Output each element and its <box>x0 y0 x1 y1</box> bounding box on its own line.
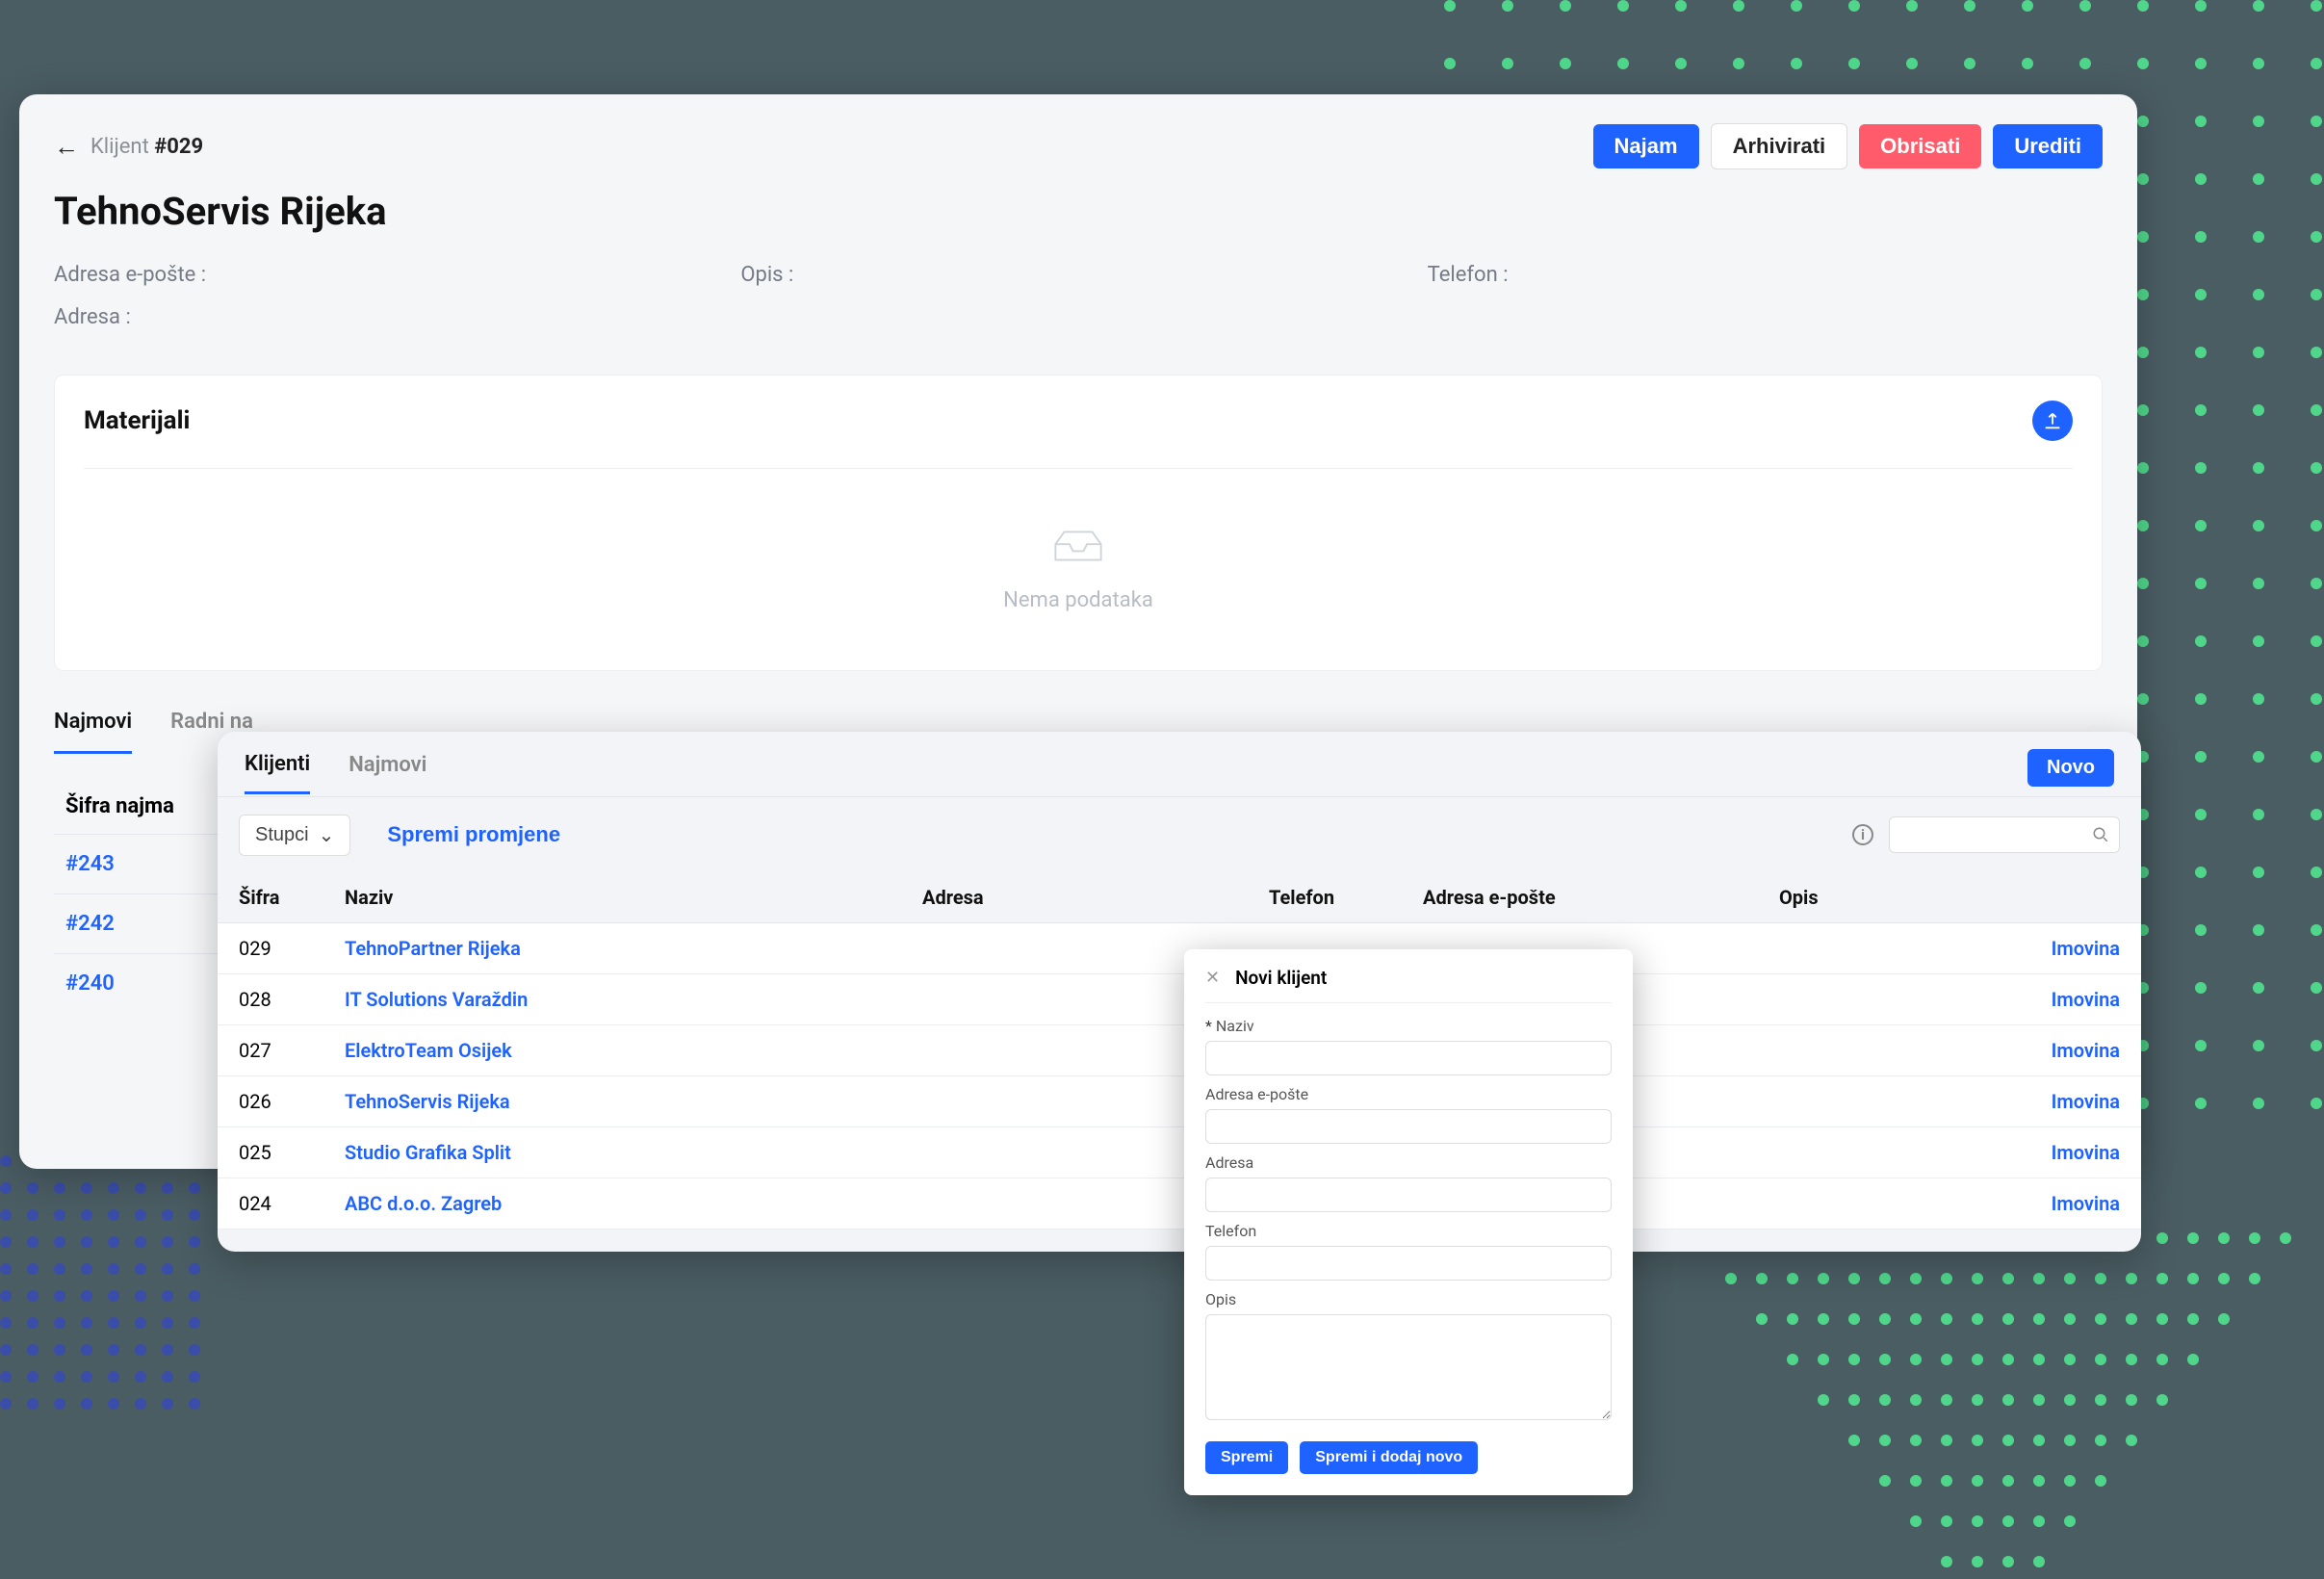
field-opis-label: Opis : <box>740 263 1415 294</box>
search-input[interactable] <box>1889 816 2120 853</box>
cell-sifra: 029 <box>218 923 323 974</box>
imovina-link[interactable]: Imovina <box>1873 1178 2141 1230</box>
table-row: 028IT Solutions Varaždin Imovina <box>218 974 2141 1025</box>
input-telefon[interactable] <box>1205 1246 1612 1281</box>
col-email[interactable]: Adresa e-pošte <box>1402 872 1758 923</box>
input-email[interactable] <box>1205 1109 1612 1144</box>
imovina-link[interactable]: Imovina <box>1873 1127 2141 1178</box>
cell-opis <box>1758 1076 1873 1127</box>
cell-opis <box>1758 1127 1873 1178</box>
upload-icon <box>2042 410 2063 431</box>
cell-sifra: 026 <box>218 1076 323 1127</box>
cell-sifra: 024 <box>218 1178 323 1230</box>
cell-sifra: 028 <box>218 974 323 1025</box>
imovina-link[interactable]: Imovina <box>1873 1076 2141 1127</box>
clients-table: Šifra Naziv Adresa Telefon Adresa e-pošt… <box>218 872 2141 1230</box>
cell-opis <box>1758 923 1873 974</box>
table-row: 024ABC d.o.o. Zagreb Imovina <box>218 1178 2141 1230</box>
spremi-dodaj-button[interactable]: Spremi i dodaj novo <box>1300 1441 1478 1474</box>
cell-naziv[interactable]: ABC d.o.o. Zagreb <box>323 1178 901 1230</box>
label-naziv: *Naziv <box>1205 1017 1612 1035</box>
najam-button[interactable]: Najam <box>1593 124 1699 168</box>
tab-najmovi-front[interactable]: Najmovi <box>349 753 426 792</box>
input-adresa[interactable] <box>1205 1178 1612 1212</box>
breadcrumb: Klijent #029 <box>90 135 203 159</box>
client-fields: Adresa e-pošte : Opis : Telefon : Adresa… <box>54 263 2103 336</box>
cell-opis <box>1758 1025 1873 1076</box>
spremi-promjene-button[interactable]: Spremi promjene <box>366 813 581 857</box>
breadcrumb-code: #029 <box>154 135 203 159</box>
close-icon[interactable]: ✕ <box>1205 968 1220 988</box>
modal-title: Novi klijent <box>1235 967 1327 989</box>
table-header-row: Šifra Naziv Adresa Telefon Adresa e-pošt… <box>218 872 2141 923</box>
cell-naziv[interactable]: Studio Grafika Split <box>323 1127 901 1178</box>
imovina-link[interactable]: Imovina <box>1873 1025 2141 1076</box>
table-row: 029TehnoPartner Rijeka Imovina <box>218 923 2141 974</box>
cell-naziv[interactable]: TehnoServis Rijeka <box>323 1076 901 1127</box>
imovina-link[interactable]: Imovina <box>1873 974 2141 1025</box>
label-opis: Opis <box>1205 1290 1612 1308</box>
tab-klijenti[interactable]: Klijenti <box>245 752 310 794</box>
new-client-modal: ✕ Novi klijent *Naziv Adresa e-pošte Adr… <box>1184 949 1633 1495</box>
col-adresa[interactable]: Adresa <box>901 872 1248 923</box>
cell-naziv[interactable]: TehnoPartner Rijeka <box>323 923 901 974</box>
cell-naziv[interactable]: ElektroTeam Osijek <box>323 1025 901 1076</box>
inbox-icon <box>1049 527 1107 565</box>
cell-naziv[interactable]: IT Solutions Varaždin <box>323 974 901 1025</box>
arhivirati-button[interactable]: Arhivirati <box>1711 123 1848 169</box>
novo-button[interactable]: Novo <box>2027 749 2114 787</box>
urediti-button[interactable]: Urediti <box>1993 124 2103 168</box>
breadcrumb-prefix: Klijent <box>90 135 149 159</box>
table-row: 027ElektroTeam Osijek Imovina <box>218 1025 2141 1076</box>
imovina-link[interactable]: Imovina <box>1873 923 2141 974</box>
cell-sifra: 027 <box>218 1025 323 1076</box>
stupci-label: Stupci <box>255 824 309 846</box>
input-opis[interactable] <box>1205 1314 1612 1420</box>
stupci-dropdown[interactable]: Stupci ⌄ <box>239 815 350 856</box>
materials-empty-text: Nema podataka <box>84 588 2073 612</box>
materials-panel: Materijali Nema podataka <box>54 375 2103 671</box>
chevron-down-icon: ⌄ <box>319 823 335 847</box>
clients-list-card: Klijenti Najmovi Novo Stupci ⌄ Spremi pr… <box>218 732 2141 1252</box>
search-icon <box>2092 826 2109 843</box>
page-title: TehnoServis Rijeka <box>54 189 2103 234</box>
label-adresa: Adresa <box>1205 1153 1612 1172</box>
tab-najmovi[interactable]: Najmovi <box>54 710 132 754</box>
info-icon[interactable]: i <box>1852 824 1873 845</box>
col-opis[interactable]: Opis <box>1758 872 1873 923</box>
table-row: 026TehnoServis Rijeka Imovina <box>218 1076 2141 1127</box>
table-row: 025Studio Grafika Split Imovina <box>218 1127 2141 1178</box>
obrisati-button[interactable]: Obrisati <box>1859 124 1981 168</box>
upload-button[interactable] <box>2032 401 2073 441</box>
materials-empty: Nema podataka <box>84 469 2073 632</box>
input-naziv[interactable] <box>1205 1041 1612 1075</box>
col-naziv[interactable]: Naziv <box>323 872 901 923</box>
cell-opis <box>1758 974 1873 1025</box>
field-adresa-label: Adresa : <box>54 305 2103 336</box>
label-telefon: Telefon <box>1205 1222 1612 1240</box>
materials-title: Materijali <box>84 406 190 435</box>
back-arrow-icon[interactable]: ← <box>54 132 79 162</box>
field-telefon-label: Telefon : <box>1428 263 2103 294</box>
col-telefon[interactable]: Telefon <box>1248 872 1402 923</box>
cell-sifra: 025 <box>218 1127 323 1178</box>
field-email-label: Adresa e-pošte : <box>54 263 729 294</box>
cell-opis <box>1758 1178 1873 1230</box>
spremi-button[interactable]: Spremi <box>1205 1441 1288 1474</box>
col-sifra[interactable]: Šifra <box>218 872 323 923</box>
label-email: Adresa e-pošte <box>1205 1085 1612 1103</box>
